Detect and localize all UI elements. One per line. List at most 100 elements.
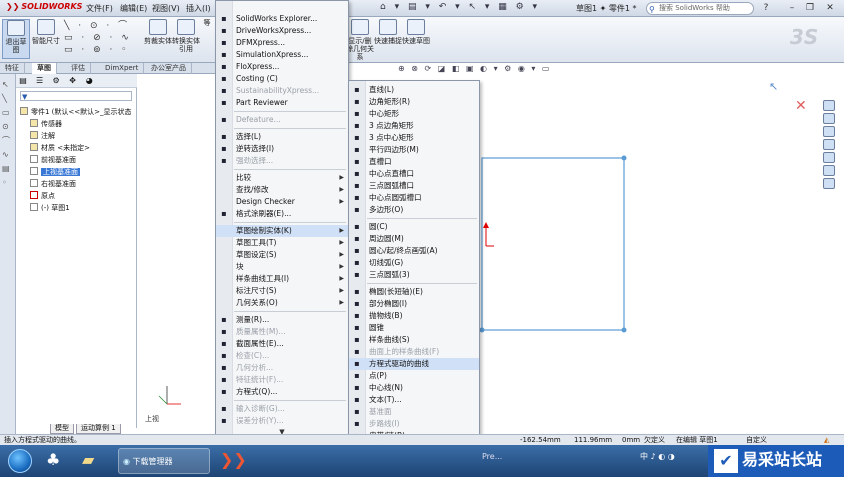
sketch-entity-item[interactable]: ▪ 点(P) — [349, 370, 479, 382]
sketch-entity-item[interactable]: ▪ 部分椭圆(I) — [349, 298, 479, 310]
sketch-entity-item[interactable]: ▪ 中心矩形 — [349, 108, 479, 120]
tab-motion-study[interactable]: 运动算例 1 — [76, 424, 121, 434]
sketch-entity-item[interactable]: ▪ 3 点边角矩形 — [349, 120, 479, 132]
menu-edit[interactable]: 编辑(E) — [120, 3, 147, 14]
tools-menu-item[interactable]: ▪ Part Reviewer — [216, 97, 348, 109]
rapid-sketch-button[interactable]: 快速草图 — [402, 19, 430, 59]
sketch-point[interactable] — [621, 155, 627, 161]
tools-menu-item[interactable]: ▪ SolidWorks Explorer... — [216, 13, 348, 25]
tools-menu-item[interactable]: ▪ 方程式(Q)... — [216, 386, 348, 398]
tools-menu-item[interactable]: ▪ 逆转选择(I) — [216, 143, 348, 155]
tools-menu-item[interactable]: ▪ DFMXpress... — [216, 37, 348, 49]
media-player-icon[interactable]: ♣ — [46, 450, 60, 469]
tools-menu-item[interactable]: ▪ 格式涂刷器(E)... — [216, 208, 348, 220]
tab-dimxpert[interactable]: DimXpert — [100, 63, 145, 74]
tools-menu-item[interactable]: ▪ Costing (C) — [216, 73, 348, 85]
tab-office-products[interactable]: 办公室产品 — [146, 63, 192, 74]
sketch-entity-item[interactable]: ▪ 圆心/起/终点画弧(A) — [349, 245, 479, 257]
sketch-entity-item[interactable]: ▪ 多边形(O) — [349, 204, 479, 216]
display-relations-button[interactable]: 显示/删除几何关系 — [346, 19, 374, 61]
display-manager-icon[interactable]: ◕ — [83, 75, 95, 87]
tree-filter-input[interactable]: ▼ — [20, 91, 132, 101]
cancel-corner-icon[interactable]: ✕ — [795, 98, 807, 114]
tools-menu-item[interactable]: 查找/修改 ▶ — [216, 184, 348, 196]
trim-entities-button[interactable]: 剪裁实体 — [144, 19, 172, 59]
feature-tree-icon[interactable]: ▤ — [17, 75, 29, 87]
sketch-entity-item[interactable]: ▪ 平行四边形(M) — [349, 144, 479, 156]
sketch-tools-grid[interactable]: ╲ · ⊙ · ⌒ ▭ · ⊘ · ∿ ▭ · ⊚ · ◦ — [64, 20, 132, 56]
sketch-rectangle[interactable] — [481, 157, 625, 331]
solidworks-task-icon[interactable]: ❯❯ — [220, 450, 247, 469]
sketch-entity-item[interactable]: ▪ 椭圆(长短轴)(E) — [349, 286, 479, 298]
sketch-entity-item[interactable]: ▪ 中心点直槽口 — [349, 168, 479, 180]
offset-button[interactable]: 等 — [200, 19, 214, 59]
appearances-icon[interactable] — [823, 165, 835, 176]
minimize-button[interactable]: – — [786, 2, 798, 14]
design-library-icon[interactable] — [823, 113, 835, 124]
dimxpert-icon[interactable]: ✥ — [67, 75, 79, 87]
tree-item-front-plane[interactable]: 前视基准面 — [20, 154, 136, 166]
tools-menu-item[interactable]: 样条曲线工具(I) ▶ — [216, 273, 348, 285]
sketch-entity-item[interactable]: ▪ 3 点中心矩形 — [349, 132, 479, 144]
sketch-entity-item[interactable]: ▪ 周边圆(M) — [349, 233, 479, 245]
tree-item-origin[interactable]: 原点 — [20, 190, 136, 202]
start-button[interactable] — [8, 449, 32, 473]
custom-properties-icon[interactable] — [823, 178, 835, 189]
close-button[interactable]: ✕ — [824, 2, 836, 14]
taskbar-item-pre[interactable]: Pre... — [482, 452, 502, 461]
tools-menu-item[interactable]: 草图工具(T) ▶ — [216, 237, 348, 249]
tab-evaluate[interactable]: 评估 — [66, 63, 91, 74]
help-icon[interactable]: ? — [760, 2, 772, 14]
sketch-entity-item[interactable]: ▪ 圆(C) — [349, 221, 479, 233]
tools-menu-item[interactable]: ▪ 测量(R)... — [216, 314, 348, 326]
tools-menu-item[interactable]: 标注尺寸(S) ▶ — [216, 285, 348, 297]
tree-item-material[interactable]: 材质 <未指定> — [20, 142, 136, 154]
system-tray[interactable]: 中 ♪ ◐ ◑ — [640, 451, 675, 462]
menu-view[interactable]: 视图(V) — [152, 3, 180, 14]
convert-entities-button[interactable]: 转换实体引用 — [172, 19, 200, 59]
sketch-entity-item[interactable]: ▪ 边角矩形(R) — [349, 96, 479, 108]
smart-dimension-button[interactable]: 智能尺寸 — [32, 19, 60, 59]
help-search-input[interactable]: ⚲ 搜索 SolidWorks 帮助 — [646, 2, 754, 15]
restore-button[interactable]: ❐ — [804, 2, 816, 14]
search-icon[interactable] — [823, 139, 835, 150]
sketch-entity-item[interactable]: ▪ 三点圆弧槽口 — [349, 180, 479, 192]
tools-menu-item[interactable]: 比较 ▶ — [216, 172, 348, 184]
menu-insert[interactable]: 插入(I) — [186, 3, 211, 14]
tools-menu-item[interactable]: ▪ 截面属性(E)... — [216, 338, 348, 350]
explorer-icon[interactable]: ▰ — [82, 450, 94, 469]
quick-access-toolbar[interactable]: ⌂ ▾ ▤ ▾ ↶ ▾ ↖ ▾ ▦ ⚙ ▾ — [380, 2, 540, 12]
tree-item-sketch1[interactable]: (-) 草图1 — [20, 202, 136, 214]
sketch-entity-item[interactable]: ▪ 直槽口 — [349, 156, 479, 168]
tools-menu-item[interactable]: 块 ▶ — [216, 261, 348, 273]
heads-up-view-toolbar[interactable]: ⊕ ⊗ ⟳ ◪ ◧ ▣ ◐ ▾ ⚙ ◉ ▾ ▭ — [398, 64, 778, 76]
sketch-entity-item[interactable]: ▪ 文本(T)... — [349, 394, 479, 406]
sketch-point[interactable] — [621, 327, 627, 333]
menu-file[interactable]: 文件(F) — [86, 3, 113, 14]
sketch-point[interactable] — [479, 327, 485, 333]
solidworks-logo[interactable]: ❯❯ SOLIDWORKS — [2, 2, 86, 15]
tree-item-right-plane[interactable]: 右视基准面 — [20, 178, 136, 190]
sketch-entity-item[interactable]: ▪ 中心线(N) — [349, 382, 479, 394]
tree-item-part[interactable]: 零件1 (默认<<默认>_显示状态 — [20, 106, 136, 118]
tools-menu-item[interactable]: 草图绘制实体(K) ▶ — [216, 225, 348, 237]
tree-item-annotations[interactable]: 注解 — [20, 130, 136, 142]
view-palette-icon[interactable] — [823, 152, 835, 163]
sketch-entity-item[interactable]: ▪ 三点圆弧(3) — [349, 269, 479, 281]
exit-sketch-button[interactable]: 退出草图 — [2, 19, 30, 59]
tab-model[interactable]: 模型 — [50, 424, 74, 434]
taskbar-item-download-manager[interactable]: ◉ 下载管理器 — [118, 448, 210, 474]
quick-snap-button[interactable]: 快速捕捉 — [374, 19, 402, 59]
sketch-entity-item[interactable]: ▪ 方程式驱动的曲线 — [349, 358, 479, 370]
file-explorer-icon[interactable] — [823, 126, 835, 137]
sketch-entity-item[interactable]: ▪ 切线弧(G) — [349, 257, 479, 269]
sketch-entity-item[interactable]: ▪ 样条曲线(S) — [349, 334, 479, 346]
configuration-icon[interactable]: ⚙ — [50, 75, 62, 87]
tools-menu-item[interactable]: ▪ FloXpress... — [216, 61, 348, 73]
tree-item-sensors[interactable]: 传感器 — [20, 118, 136, 130]
tree-item-top-plane[interactable]: 上视基准面 — [20, 166, 136, 178]
side-toolbar-icons[interactable]: ↖ ╲ ▭ ⊙ ⌒ ∿ ▤ ◦ — [2, 78, 13, 190]
sketch-entity-item[interactable]: ▪ 抛物线(B) — [349, 310, 479, 322]
sketch-entity-item[interactable]: ▪ 圆锥 — [349, 322, 479, 334]
confirm-corner-icon[interactable]: ↖ — [769, 80, 778, 93]
